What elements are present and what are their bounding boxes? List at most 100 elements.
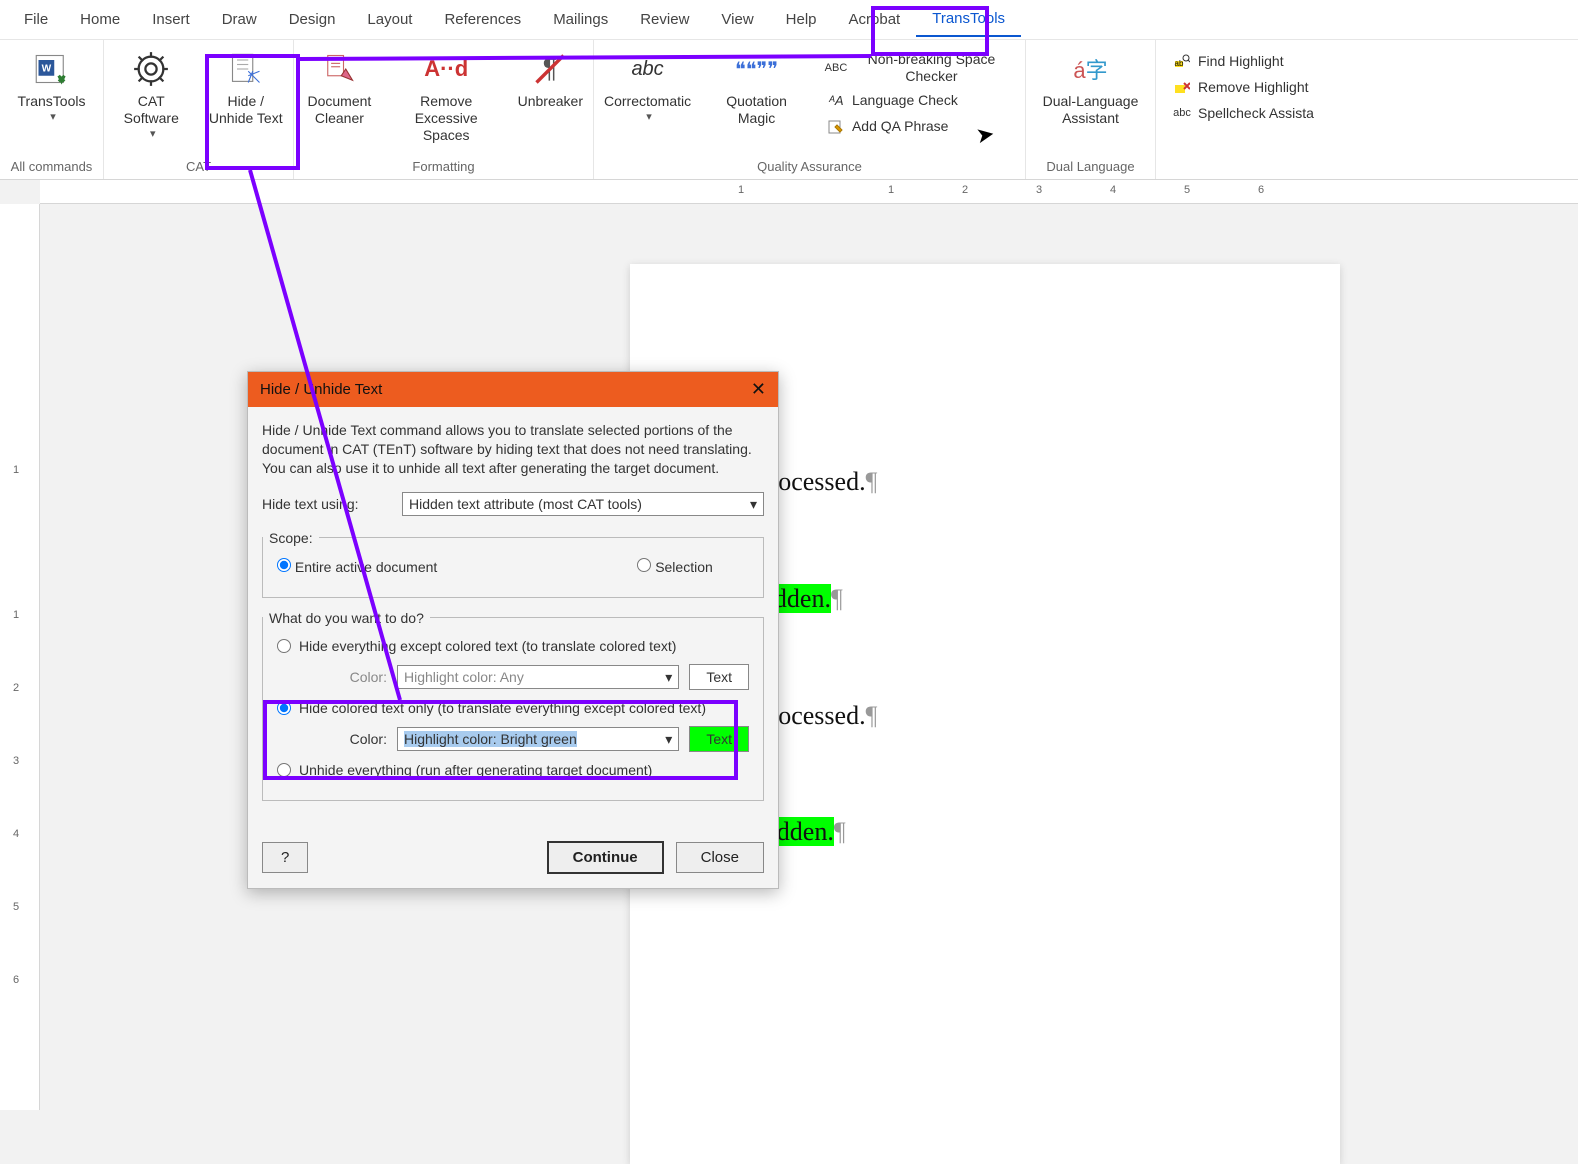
menu-bar: File Home Insert Draw Design Layout Refe… [0,0,1578,40]
group-label-extra [1156,130,1578,138]
edit-icon [826,117,846,137]
help-button[interactable]: ? [262,842,308,873]
spellcheck-assist-label: Spellcheck Assista [1198,105,1314,122]
ruler-mark: 3 [1036,184,1042,196]
remove-spaces-button[interactable]: A··d Remove Excessive Spaces [385,44,508,156]
language-check-label: Language Check [852,92,958,109]
vruler-mark: 1 [13,609,19,621]
nbsp-checker-button[interactable]: ABC Non-breaking Space Checker [818,48,1019,88]
color-select-any[interactable]: Highlight color: Any [397,665,679,689]
document-sparkle-icon [227,50,265,88]
continue-button[interactable]: Continue [547,841,664,874]
remove-highlight-label: Remove Highlight [1198,79,1309,96]
menu-acrobat[interactable]: Acrobat [833,3,917,36]
ruler-mark: 2 [962,184,968,196]
group-label-formatting: Formatting [294,156,593,179]
cat-software-button[interactable]: CAT Software [104,44,199,156]
scope-selection-radio[interactable] [637,558,651,572]
menu-layout[interactable]: Layout [351,3,428,36]
correctomatic-button[interactable]: abc Correctomatic [594,44,701,156]
horizontal-ruler[interactable]: 1 1 2 3 4 5 6 [40,180,1578,204]
menu-references[interactable]: References [428,3,537,36]
document-cleaner-label: Document Cleaner [304,93,375,127]
menu-file[interactable]: File [8,3,64,36]
language-icon: ᴬA [826,91,846,111]
gear-icon [132,50,170,88]
group-label-qa: Quality Assurance [594,156,1025,179]
menu-help[interactable]: Help [770,3,833,36]
color-select-green[interactable]: Highlight color: Bright green [397,727,679,751]
dual-language-button[interactable]: á字 Dual-Language Assistant [1026,44,1155,156]
remove-highlight-button[interactable]: Remove Highlight [1164,74,1570,100]
menu-draw[interactable]: Draw [206,3,273,36]
close-icon[interactable]: ✕ [751,379,766,400]
menu-insert[interactable]: Insert [136,3,206,36]
find-highlight-button[interactable]: ab Find Highlight [1164,48,1570,74]
hide-unhide-button[interactable]: Hide / Unhide Text [199,44,294,156]
scope-entire-label: Entire active document [295,559,437,575]
opt-hide-except-label: Hide everything except colored text (to … [299,638,676,654]
remove-spaces-label: Remove Excessive Spaces [395,93,498,143]
opt-unhide-radio[interactable] [277,763,291,777]
text-swatch-plain: Text [689,664,749,690]
menu-review[interactable]: Review [624,3,705,36]
dialog-description: Hide / Unhide Text command allows you to… [262,421,764,478]
menu-design[interactable]: Design [273,3,352,36]
menu-home[interactable]: Home [64,3,136,36]
vruler-mark: 6 [13,974,19,986]
action-fieldset: What do you want to do? Hide everything … [262,610,764,801]
group-label-duallang: Dual Language [1026,156,1155,179]
broom-icon [320,50,358,88]
scope-selection-label: Selection [655,559,713,575]
svg-text:ab: ab [1175,59,1184,68]
cat-software-label: CAT Software [114,93,189,127]
hide-using-select[interactable]: Hidden text attribute (most CAT tools) [402,492,764,516]
unbreaker-button[interactable]: ¶ Unbreaker [508,44,593,156]
nbsp-checker-label: Non-breaking Space Checker [852,51,1011,85]
scope-legend: Scope: [263,530,319,546]
spellcheck-assist-button[interactable]: abc Spellcheck Assista [1164,100,1570,126]
svg-text:W: W [41,63,51,74]
ruler-mark: 4 [1110,184,1116,196]
no-paragraph-icon: ¶ [531,50,569,88]
unbreaker-label: Unbreaker [518,93,583,110]
scope-fieldset: Scope: Entire active document Selection [262,530,764,598]
text-swatch-green: Text [689,726,749,752]
document-cleaner-button[interactable]: Document Cleaner [294,44,385,156]
ruler-mark: 1 [888,184,894,196]
correctomatic-label: Correctomatic [604,93,691,110]
transtools-button-label: TransTools [18,93,86,110]
quotation-magic-button[interactable]: ❝❝❞❞ Quotation Magic [701,44,812,156]
vruler-mark: 3 [13,755,19,767]
color-label-1: Color: [317,669,387,685]
ruler-mark: 5 [1184,184,1190,196]
ribbon: W TransTools All commands CAT Software H… [0,40,1578,180]
dialog-titlebar[interactable]: Hide / Unhide Text ✕ [248,372,778,407]
vruler-mark: 5 [13,901,19,913]
ruler-mark: 1 [738,184,744,196]
group-label-cat: CAT [104,156,293,179]
menu-transtools[interactable]: TransTools [916,2,1021,37]
hide-unhide-label: Hide / Unhide Text [209,93,284,127]
group-label-allcommands: All commands [0,156,103,179]
scope-entire-radio[interactable] [277,558,291,572]
word-doc-icon: W [33,50,71,88]
vruler-mark: 4 [13,828,19,840]
transtools-button[interactable]: W TransTools [0,44,103,156]
highlight-remove-icon [1172,77,1192,97]
add-qa-phrase-label: Add QA Phrase [852,118,949,135]
color-label-2: Color: [317,731,387,747]
abc-underline-icon: ABC [826,58,846,78]
menu-mailings[interactable]: Mailings [537,3,624,36]
spellcheck-icon: abc [1172,103,1192,123]
menu-view[interactable]: View [705,3,769,36]
vertical-ruler[interactable]: 1 1 2 3 4 5 6 [0,204,40,1110]
opt-hide-except-radio[interactable] [277,639,291,653]
opt-unhide-label: Unhide everything (run after generating … [299,762,652,778]
hide-using-label: Hide text using: [262,496,392,512]
letter-spacing-icon: A··d [427,50,465,88]
language-check-button[interactable]: ᴬA Language Check [818,88,1019,114]
opt-hide-colored-radio[interactable] [277,701,291,715]
close-button[interactable]: Close [676,842,764,873]
opt-hide-colored-label: Hide colored text only (to translate eve… [299,700,706,716]
